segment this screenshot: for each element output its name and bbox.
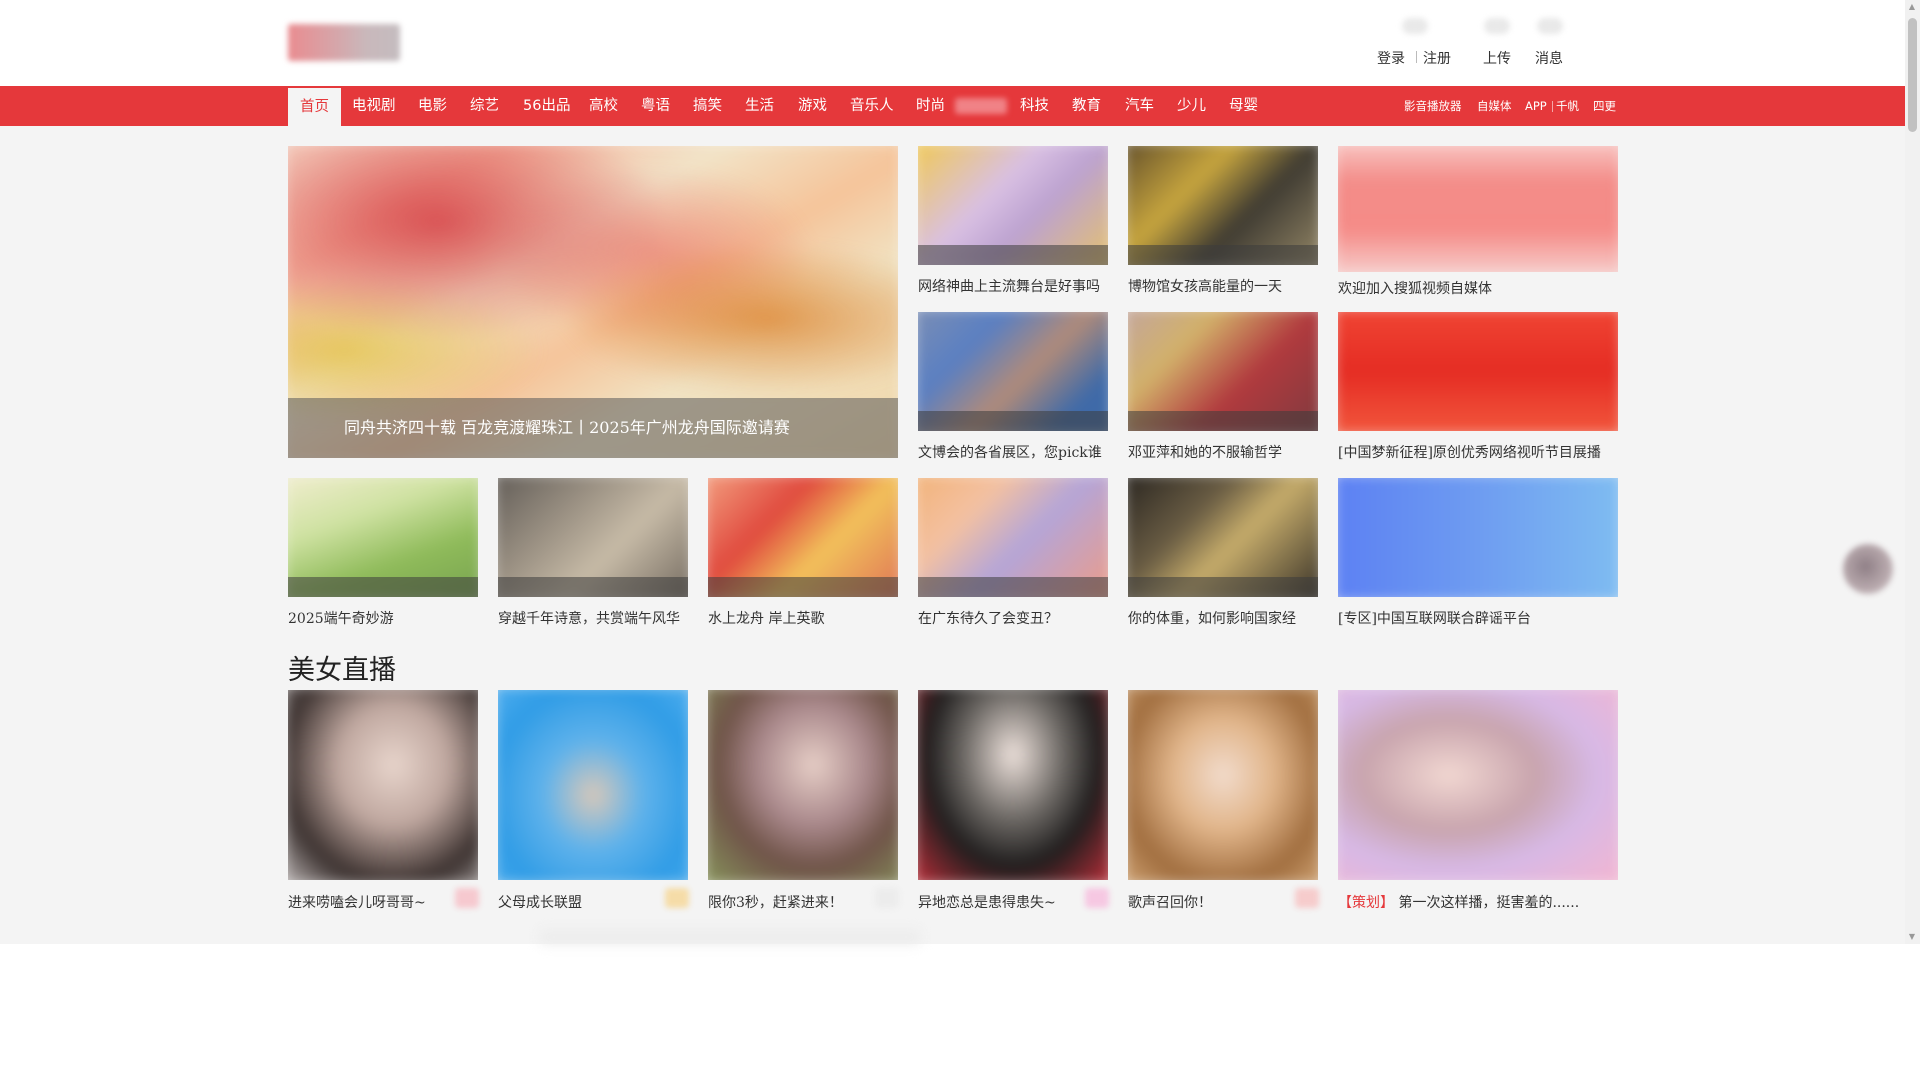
video-title[interactable]: 2025端午奇妙游 [288, 608, 394, 628]
nav-link-sigeng[interactable]: 四更 [1593, 86, 1616, 126]
hero-banner[interactable]: 同舟共济四十载 百龙竞渡耀珠江丨2025年广州龙舟国际邀请赛 [288, 146, 898, 458]
nav-item-movies[interactable]: 电影 [418, 86, 447, 126]
nav-item-comedy[interactable]: 搞笑 [693, 86, 722, 126]
video-thumbnail[interactable] [498, 478, 688, 597]
video-title[interactable]: 网络神曲上主流舞台是好事吗 [918, 276, 1100, 296]
nav-item-tv-series[interactable]: 电视剧 [352, 86, 396, 126]
live-stream-thumbnail[interactable] [1128, 690, 1318, 880]
live-stream-title[interactable]: 父母成长联盟 [498, 892, 582, 912]
nav-item-auto[interactable]: 汽车 [1125, 86, 1154, 126]
video-thumbnail[interactable] [288, 478, 478, 597]
nav-link-app[interactable]: APP [1525, 86, 1547, 126]
live-stream-title[interactable]: 异地恋总是患得患失~ [918, 892, 1056, 912]
scrollbar-thumb[interactable] [1908, 18, 1917, 132]
live-stream-title-text: 第一次这样播，挺害羞的...... [1398, 895, 1580, 911]
nav-item-cantonese[interactable]: 粤语 [641, 86, 670, 126]
nav-item-fashion[interactable]: 时尚 [916, 86, 945, 126]
site-logo[interactable] [288, 24, 400, 61]
live-stream-thumbnail[interactable] [498, 690, 688, 880]
register-link[interactable]: 注册 [1423, 48, 1451, 68]
nav-link-qianfan[interactable]: 千帆 [1556, 86, 1579, 126]
video-title[interactable]: 在广东待久了会变丑？ [918, 608, 1058, 628]
live-badge-icon [1085, 888, 1109, 908]
header-divider [1416, 51, 1417, 63]
live-stream-thumbnail[interactable] [288, 690, 478, 880]
promo-tag: 【策划】 [1338, 895, 1394, 911]
login-link[interactable]: 登录 [1377, 48, 1405, 68]
floating-avatar-icon[interactable] [1843, 544, 1893, 594]
video-thumbnail[interactable] [1128, 312, 1318, 431]
video-title[interactable]: [中国梦新征程]原创优秀网络视听节目展播 [1338, 442, 1601, 462]
nav-item-life[interactable]: 生活 [745, 86, 774, 126]
live-stream-title[interactable]: 进来唠嗑会儿呀哥哥~ [288, 892, 426, 912]
nav-item-musicians[interactable]: 音乐人 [850, 86, 894, 126]
section-title: 美女直播 [288, 655, 396, 686]
nav-item-variety[interactable]: 综艺 [470, 86, 499, 126]
user-icon[interactable] [1402, 18, 1428, 34]
video-thumbnail[interactable] [918, 146, 1108, 265]
scrollbar-track[interactable] [1905, 0, 1920, 944]
live-stream-title[interactable]: 【策划】 第一次这样播，挺害羞的...... [1338, 892, 1579, 912]
nav-item-tech[interactable]: 科技 [1020, 86, 1049, 126]
live-badge-icon [1295, 888, 1319, 908]
live-stream-thumbnail[interactable] [918, 690, 1108, 880]
video-thumbnail[interactable] [918, 478, 1108, 597]
channel-nav-bar: 首页 电视剧 电影 综艺 56出品 高校 粤语 搞笑 生活 游戏 音乐人 时尚 … [0, 86, 1905, 126]
video-title[interactable]: [专区]中国互联网联合辟谣平台 [1338, 608, 1531, 628]
video-thumbnail[interactable] [918, 312, 1108, 431]
nav-link-player[interactable]: 影音播放器 [1404, 86, 1462, 126]
video-thumbnail[interactable] [708, 478, 898, 597]
video-title[interactable]: 水上龙舟 岸上英歌 [708, 608, 824, 628]
live-stream-thumbnail[interactable] [708, 690, 898, 880]
live-stream-title[interactable]: 限你3秒，赶紧进来！ [708, 892, 843, 912]
video-title[interactable]: 你的体重，如何影响国家经 [1128, 608, 1296, 628]
nav-item-kids[interactable]: 少儿 [1177, 86, 1206, 126]
hero-caption[interactable]: 同舟共济四十载 百龙竞渡耀珠江丨2025年广州龙舟国际邀请赛 [288, 398, 898, 458]
promo-banner[interactable] [1338, 478, 1618, 597]
scroll-up-icon[interactable]: ▲ [1907, 2, 1917, 12]
nav-item-56-originals[interactable]: 56出品 [523, 86, 570, 126]
video-thumbnail[interactable] [1128, 146, 1318, 265]
nav-item-campus[interactable]: 高校 [589, 86, 618, 126]
promo-banner[interactable] [1338, 312, 1618, 431]
live-badge-icon [665, 888, 689, 908]
live-badge-icon [875, 888, 899, 908]
nav-item-education[interactable]: 教育 [1072, 86, 1101, 126]
video-title[interactable]: 邓亚萍和她的不服输哲学 [1128, 442, 1282, 462]
scroll-down-icon[interactable]: ▼ [1907, 932, 1917, 942]
promo-banner[interactable] [1338, 146, 1618, 272]
video-title[interactable]: 博物馆女孩高能量的一天 [1128, 276, 1282, 296]
upload-link[interactable]: 上传 [1483, 48, 1511, 68]
nav-link-we-media[interactable]: 自媒体 [1477, 86, 1512, 126]
live-stream-title[interactable]: 歌声召回你！ [1128, 892, 1212, 912]
video-title[interactable]: 文博会的各省展区，您pick谁 [918, 442, 1102, 462]
video-title[interactable]: 欢迎加入搜狐视频自媒体 [1338, 278, 1492, 298]
message-icon[interactable] [1537, 18, 1563, 34]
live-badge-icon [455, 888, 479, 908]
live-stream-thumbnail[interactable] [1338, 690, 1618, 880]
video-thumbnail[interactable] [1128, 478, 1318, 597]
upload-icon[interactable] [1484, 18, 1510, 34]
nav-right-divider [1552, 101, 1553, 112]
nav-item-parenting[interactable]: 母婴 [1229, 86, 1258, 126]
nav-item-games[interactable]: 游戏 [798, 86, 827, 126]
loading-placeholder [540, 930, 920, 944]
nav-item-home[interactable]: 首页 [288, 88, 341, 126]
nav-item-blurred[interactable] [955, 98, 1007, 114]
messages-link[interactable]: 消息 [1535, 48, 1563, 68]
video-title[interactable]: 穿越千年诗意，共赏端午风华 [498, 608, 680, 628]
